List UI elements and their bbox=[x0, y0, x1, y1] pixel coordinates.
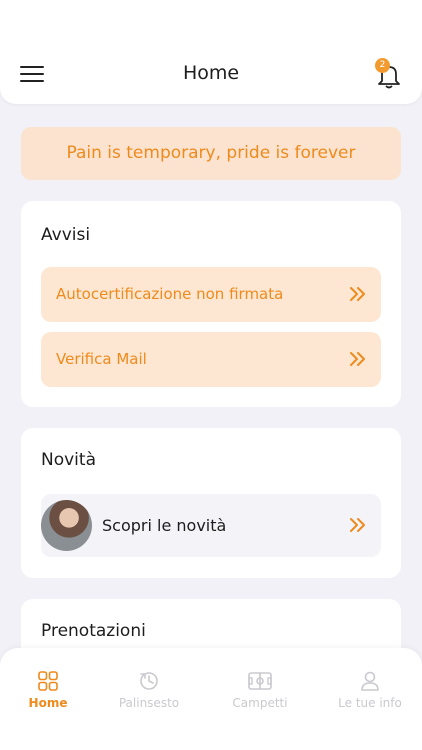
news-card: Novità Scopri le novità bbox=[21, 428, 401, 578]
double-chevron-right-icon bbox=[350, 518, 365, 532]
alert-item-label: Verifica Mail bbox=[56, 350, 147, 368]
motto-banner: Pain is temporary, pride is forever bbox=[21, 127, 401, 180]
news-item-label: Scopri le novità bbox=[102, 516, 227, 535]
top-bar: Home 2 bbox=[0, 0, 422, 104]
alerts-card: Avvisi Autocertificazione non firmata Ve… bbox=[21, 201, 401, 407]
tab-label: Palinsesto bbox=[118, 696, 180, 710]
tab-le-tue-info[interactable]: Le tue info bbox=[320, 670, 420, 710]
double-chevron-right-icon bbox=[350, 287, 365, 301]
tab-label: Le tue info bbox=[338, 696, 402, 710]
tab-campetti[interactable]: Campetti bbox=[210, 670, 310, 710]
alert-item-label: Autocertificazione non firmata bbox=[56, 285, 284, 303]
page-title: Home bbox=[182, 62, 240, 84]
tab-palinsesto[interactable]: Palinsesto bbox=[99, 670, 199, 710]
bottom-tab-bar: Home Palinsesto Campetti Le tue info bbox=[0, 648, 422, 750]
notification-badge: 2 bbox=[375, 58, 390, 73]
news-title: Novità bbox=[41, 450, 96, 470]
tab-label: Home bbox=[28, 696, 68, 710]
alerts-title: Avvisi bbox=[41, 225, 91, 245]
tab-label: Campetti bbox=[232, 696, 288, 710]
schedule-icon bbox=[140, 672, 158, 690]
double-chevron-right-icon bbox=[350, 352, 365, 366]
tab-home[interactable]: Home bbox=[0, 670, 98, 710]
user-icon bbox=[361, 671, 379, 691]
alert-item-verify-mail[interactable]: Verifica Mail bbox=[41, 332, 381, 387]
grid-icon bbox=[38, 671, 58, 691]
bookings-title: Prenotazioni bbox=[41, 621, 146, 641]
avatar bbox=[41, 500, 92, 551]
field-icon bbox=[248, 672, 272, 690]
alert-item-autocertification[interactable]: Autocertificazione non firmata bbox=[41, 267, 381, 322]
discover-news-button[interactable]: Scopri le novità bbox=[41, 494, 381, 557]
